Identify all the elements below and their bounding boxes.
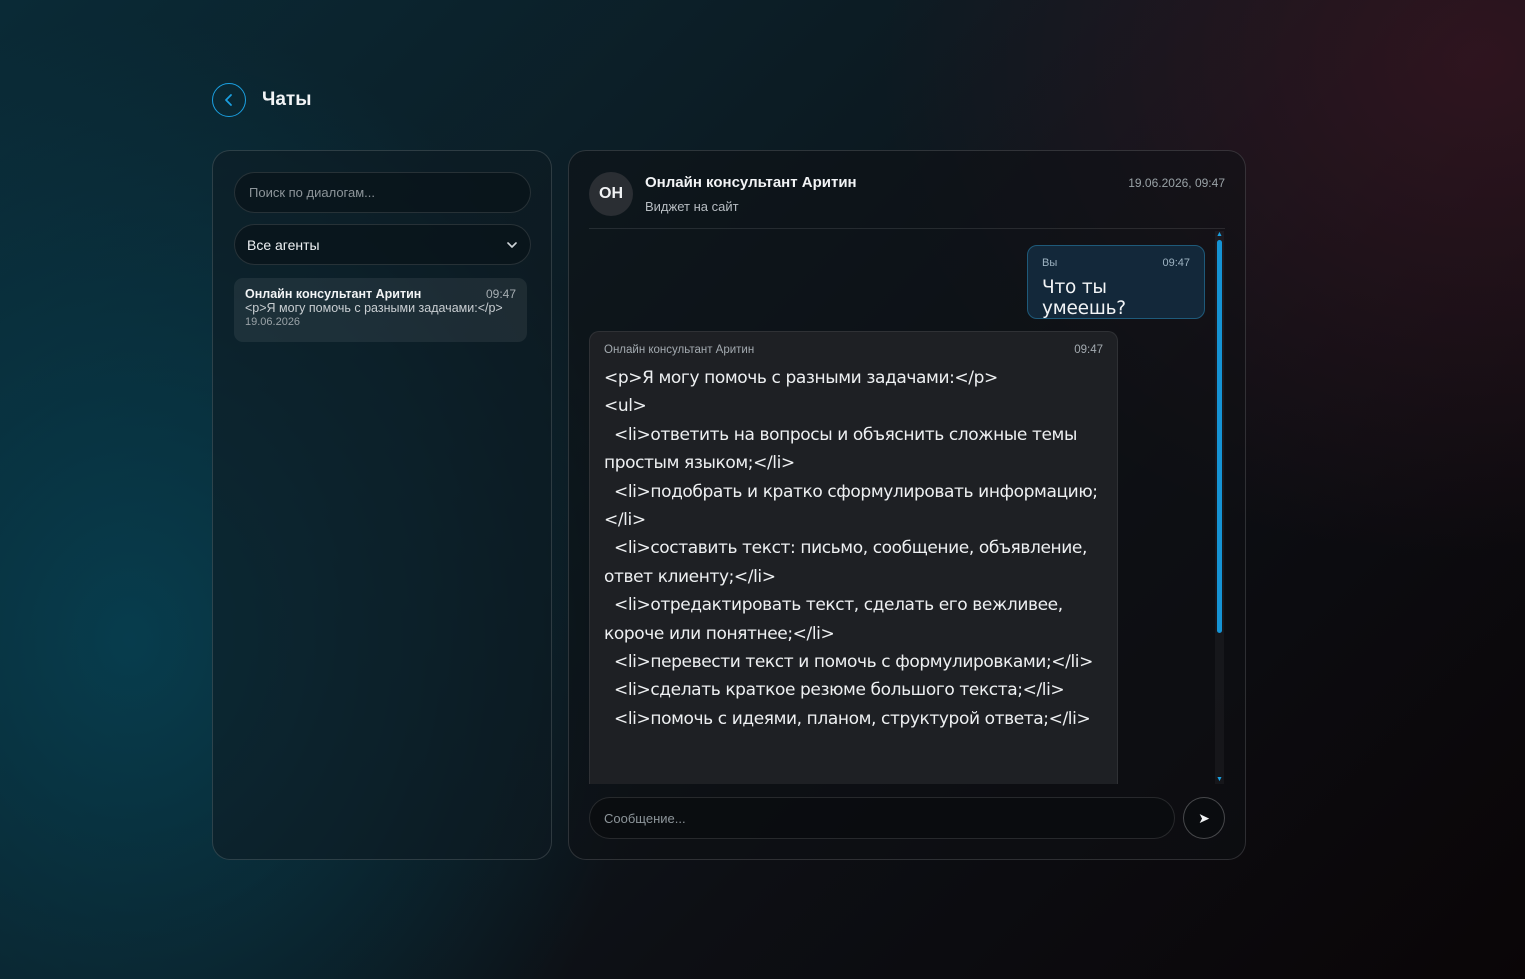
agent-filter-select[interactable]: Все агенты [234, 224, 531, 265]
chat-agent-name: Онлайн консультант Аритин [645, 174, 857, 191]
message-input[interactable] [589, 797, 1175, 839]
message-author: Вы [1042, 257, 1058, 269]
send-button[interactable]: ➤ [1183, 797, 1225, 839]
user-message: Вы 09:47 Что ты умеешь? [1027, 245, 1205, 319]
dialogs-panel: Все агенты Онлайн консультант Аритин 09:… [212, 150, 552, 860]
message-scrollbar[interactable]: ▲ ▼ [1215, 231, 1224, 784]
scrollbar-thumb[interactable] [1217, 240, 1222, 633]
dialog-name: Онлайн консультант Аритин [245, 287, 422, 301]
page-title: Чаты [262, 89, 312, 110]
chat-datetime: 19.06.2026, 09:47 [1128, 176, 1225, 190]
chat-subtitle: Виджет на сайт [645, 199, 739, 214]
chevron-left-icon [225, 94, 232, 106]
message-list[interactable]: Вы 09:47 Что ты умеешь? Онлайн консульта… [589, 231, 1207, 784]
message-time: 09:47 [1162, 257, 1190, 269]
avatar: ОН [589, 172, 633, 216]
message-time: 09:47 [1074, 344, 1103, 356]
send-arrow-icon: ➤ [1198, 809, 1210, 826]
scroll-down-arrow-icon[interactable]: ▼ [1215, 776, 1224, 784]
back-button[interactable] [212, 83, 246, 117]
dialog-list-item[interactable]: Онлайн консультант Аритин 09:47 <p>Я мог… [234, 278, 527, 342]
dialog-time: 09:47 [485, 287, 516, 301]
message-author: Онлайн консультант Аритин [604, 344, 755, 356]
page-header: Чаты [212, 83, 311, 117]
dialog-preview: <p>Я могу помочь с разными задачами:</p> [245, 301, 503, 315]
scroll-up-arrow-icon[interactable]: ▲ [1215, 231, 1224, 239]
bot-message: Онлайн консультант Аритин 09:47 <p>Я мог… [589, 331, 1118, 784]
dialog-search-input[interactable] [234, 172, 531, 213]
divider [589, 228, 1225, 229]
dialog-date: 19.06.2026 [245, 316, 301, 328]
message-text: Что ты умеешь? [1042, 277, 1126, 319]
agent-filter-value: Все агенты [247, 236, 320, 253]
message-text: <p>Я могу помочь с разными задачами:</p>… [604, 368, 1098, 729]
chevron-down-icon [507, 241, 517, 248]
chat-panel: ОН Онлайн консультант Аритин Виджет на с… [568, 150, 1246, 860]
